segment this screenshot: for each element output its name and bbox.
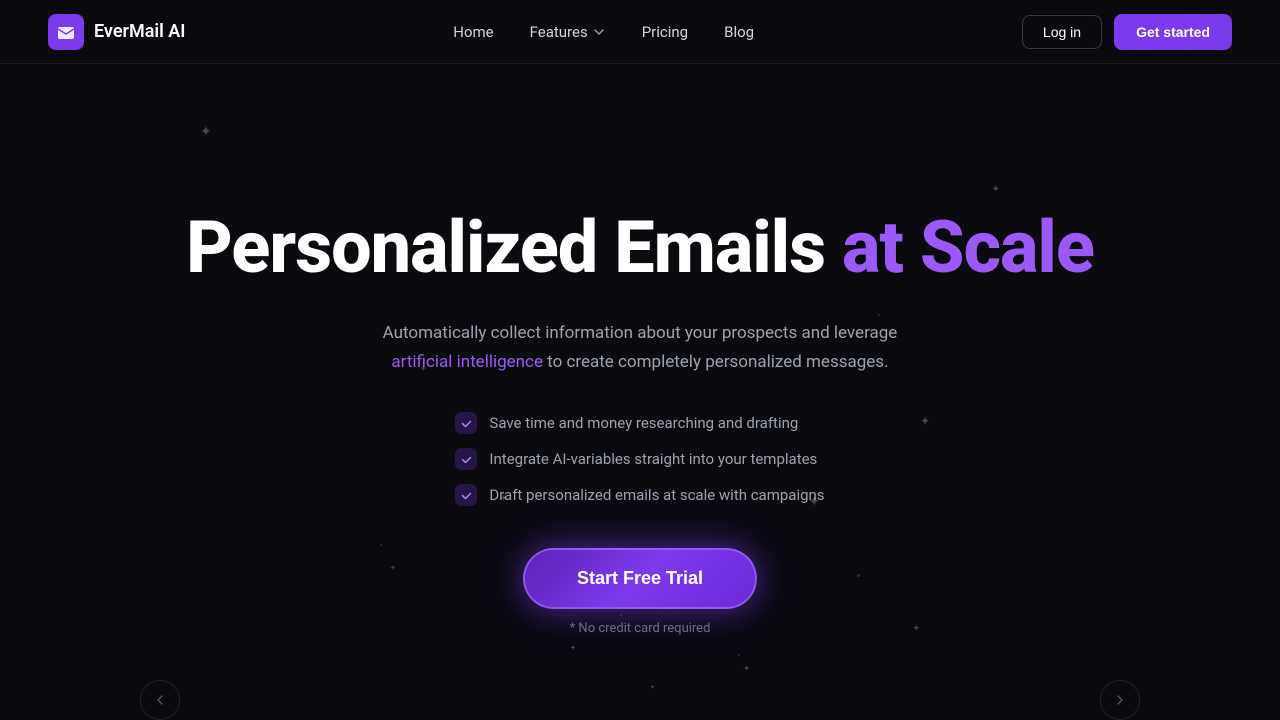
sparkle-4: ✦ <box>920 414 930 428</box>
checklist-item-2: Integrate AI-variables straight into you… <box>455 448 817 470</box>
ai-link: artificial intelligence <box>391 352 543 372</box>
checklist-item-3: Draft personalized emails at scale with … <box>455 484 824 506</box>
sparkle-2: ✦ <box>992 184 1000 195</box>
logo[interactable]: EverMail AI <box>48 14 185 50</box>
nav-item-blog[interactable]: Blog <box>724 23 754 41</box>
dot-3 <box>380 544 382 546</box>
nav-item-pricing[interactable]: Pricing <box>642 23 688 41</box>
logo-icon <box>48 14 84 50</box>
check-icon-2 <box>455 448 477 470</box>
sparkle-11: ✦ <box>650 684 655 691</box>
checklist: Save time and money researching and draf… <box>455 412 824 506</box>
chevron-down-icon <box>592 25 606 39</box>
nav-actions: Log in Get started <box>1022 14 1232 50</box>
checklist-item-1: Save time and money researching and draf… <box>455 412 798 434</box>
sparkle-8: ✦ <box>912 624 920 634</box>
hero-title: Personalized Emails at Scale <box>186 208 1094 287</box>
navbar: EverMail AI Home Features Pricing Blog L… <box>0 0 1280 64</box>
dot-4 <box>857 574 860 577</box>
nav-item-home[interactable]: Home <box>453 23 493 41</box>
scroll-arrow-right[interactable] <box>1100 680 1140 720</box>
get-started-button[interactable]: Get started <box>1114 14 1232 50</box>
dot-2 <box>878 314 880 316</box>
nav-links: Home Features Pricing Blog <box>453 23 754 41</box>
cta-area: Start Free Trial * No credit card requir… <box>523 548 757 636</box>
start-free-trial-button[interactable]: Start Free Trial <box>523 548 757 609</box>
login-button[interactable]: Log in <box>1022 15 1102 49</box>
brand-name: EverMail AI <box>94 21 185 42</box>
sparkle-9: ✦ <box>570 644 576 652</box>
nav-item-features[interactable]: Features <box>530 23 606 41</box>
check-icon-1 <box>455 412 477 434</box>
hero-section: ✦ ✦ ✦ ✦ ✦ ✦ ✦ ✦ ✦ ✦ ✦ Personalized Email… <box>0 64 1280 720</box>
no-credit-note: * No credit card required <box>570 621 711 636</box>
sparkle-7: ✦ <box>390 564 396 572</box>
check-icon-3 <box>455 484 477 506</box>
scroll-arrow-left[interactable] <box>140 680 180 720</box>
hero-subtitle: Automatically collect information about … <box>383 319 898 377</box>
sparkle-1: ✦ <box>200 124 212 140</box>
sparkle-10: ✦ <box>743 664 750 673</box>
dot-6 <box>738 654 740 656</box>
